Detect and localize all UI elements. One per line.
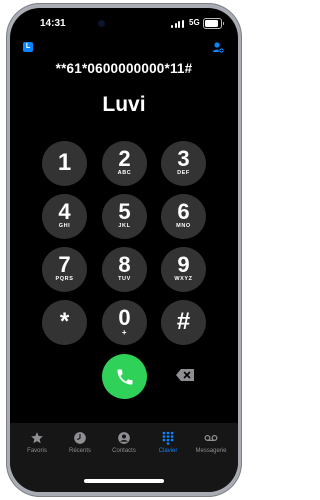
phone-icon [117,369,132,384]
tab-favoris[interactable]: Favoris [15,431,59,471]
key-digit: 9 [177,252,190,277]
tab-contacts[interactable]: Contacts [102,431,146,471]
key-0[interactable]: 0 + [102,300,147,345]
tab-messagerie[interactable]: Messagerie [189,431,233,471]
key-digit: * [59,308,70,335]
status-time: 14:31 [40,18,66,29]
star-icon [31,432,43,444]
key-digit: 4 [58,199,71,224]
contact-name: Luvi [102,93,146,116]
key-4[interactable]: 4 GHI [42,194,87,239]
key-digit: 8 [118,252,131,277]
tab-label: Contacts [112,448,136,454]
key-letters: MNO [176,223,191,229]
keypad-icon [162,431,174,445]
camera-icon [98,20,105,27]
call-button[interactable] [102,354,147,399]
key-digit: 0 [118,305,131,330]
phone-screen: 14:31 5G L **61*0600000000*11# Luvi 1 2A… [10,8,238,492]
key-letters: ABC [117,170,132,176]
key-digit: 7 [58,252,71,277]
key-letters: PQRS [55,276,74,282]
key-digit: 1 [57,149,72,176]
dialed-number: **61*0600000000*11# [55,61,193,76]
key-3[interactable]: 3 DEF [161,141,206,186]
key-digit: 2 [118,146,131,171]
key-digit: 6 [177,199,190,224]
tab-clavier[interactable]: Clavier [146,431,190,471]
key-letters: TUV [118,276,131,282]
key-2[interactable]: 2 ABC [102,141,147,186]
status-bar: 14:31 5G [10,8,238,38]
tab-label: Messagerie [195,448,227,454]
key-6[interactable]: 6 MNO [161,194,206,239]
tab-label: Clavier [158,448,178,454]
tab-label: Favoris [27,448,47,454]
battery-icon [203,18,224,29]
key-1[interactable]: 1 [42,141,87,186]
voicemail-icon [204,435,218,441]
sim-badge[interactable]: L [23,42,33,52]
key-star[interactable]: * [42,300,87,345]
home-indicator[interactable] [84,479,164,483]
key-9[interactable]: 9 WXYZ [161,247,206,292]
network-label: 5G [189,18,200,27]
tab-bar: Favoris Récents Contacts Clavier Message… [10,423,238,492]
dynamic-island [90,14,158,33]
key-digit: 5 [118,199,131,224]
key-letters: GHI [58,223,71,229]
signal-icon [171,20,185,28]
key-7[interactable]: 7 PQRS [42,247,87,292]
tab-label: Récents [68,448,91,454]
key-letters: DEF [177,170,190,176]
clock-icon [74,432,86,444]
key-digit: 3 [177,146,190,171]
tab-recents[interactable]: Récents [58,431,102,471]
add-contact-icon[interactable] [212,41,224,53]
key-letters: JKL [118,223,131,229]
key-5[interactable]: 5 JKL [102,194,147,239]
key-letters: WXYZ [174,276,193,282]
key-digit: # [176,308,191,335]
key-hash[interactable]: # [161,300,206,345]
key-8[interactable]: 8 TUV [102,247,147,292]
key-letters: + [121,328,128,337]
person-icon [118,432,130,444]
delete-icon[interactable] [175,368,195,382]
